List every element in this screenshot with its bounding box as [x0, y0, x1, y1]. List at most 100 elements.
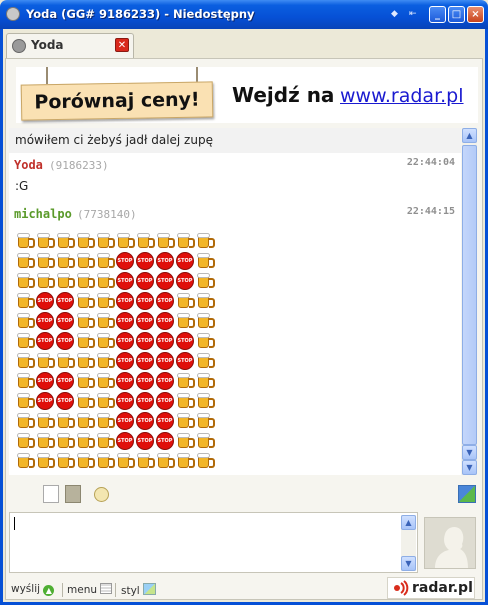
scroll-up-button[interactable]: ▲	[462, 128, 477, 143]
stop-sign-emoticon: STOP	[36, 292, 54, 310]
close-button[interactable]: ×	[467, 6, 484, 23]
beer-emoticon	[176, 432, 195, 450]
stop-sign-emoticon: STOP	[136, 272, 154, 290]
send-file-icon[interactable]	[458, 485, 476, 503]
text-caret	[14, 517, 15, 530]
banner-link[interactable]: www.radar.pl	[340, 85, 464, 107]
stop-sign-emoticon: STOP	[156, 332, 174, 350]
new-document-icon[interactable]	[43, 485, 59, 503]
maximize-button[interactable]: □	[448, 6, 465, 23]
beer-emoticon	[76, 292, 95, 310]
stop-sign-emoticon: STOP	[116, 352, 134, 370]
stop-sign-emoticon: STOP	[56, 372, 74, 390]
beer-emoticon	[156, 452, 175, 470]
beer-emoticon	[196, 432, 215, 450]
stop-sign-emoticon: STOP	[36, 372, 54, 390]
beer-emoticon	[36, 412, 55, 430]
beer-emoticon	[56, 352, 75, 370]
beer-emoticon	[16, 332, 35, 350]
beer-emoticon	[196, 232, 215, 250]
minimize-button[interactable]: _	[429, 6, 446, 23]
beer-emoticon	[196, 372, 215, 390]
beer-emoticon	[76, 272, 95, 290]
avatar[interactable]	[424, 517, 476, 569]
style-button[interactable]: styl	[121, 583, 157, 597]
message-input[interactable]: ▲ ▼	[9, 512, 418, 573]
send-arrow-icon: ▲	[43, 585, 55, 596]
dock-icon[interactable]: ⇤	[409, 10, 417, 19]
beer-emoticon	[196, 272, 215, 290]
stop-sign-emoticon: STOP	[136, 252, 154, 270]
app-icon[interactable]	[6, 7, 20, 21]
beer-emoticon	[56, 272, 75, 290]
scroll-thumb[interactable]	[462, 145, 477, 445]
palette-icon	[143, 583, 157, 595]
title-bar[interactable]: Yoda (GG# 9186233) - Niedostępny ◆ ⇤ _ □…	[0, 0, 488, 29]
beer-emoticon	[36, 432, 55, 450]
beer-emoticon	[56, 412, 75, 430]
beer-emoticon	[96, 232, 115, 250]
scroll-down-button-2[interactable]: ▼	[462, 460, 477, 475]
message-continued: mówiłem ci żebyś jadł dalej zupę	[9, 128, 461, 153]
stop-sign-emoticon: STOP	[116, 332, 134, 350]
format-icon[interactable]	[65, 485, 81, 503]
beer-emoticon	[96, 412, 115, 430]
beer-emoticon	[196, 412, 215, 430]
beer-emoticon	[56, 252, 75, 270]
stop-sign-emoticon: STOP	[56, 312, 74, 330]
beer-emoticon	[16, 412, 35, 430]
radar-icon	[394, 580, 409, 596]
beer-emoticon	[116, 232, 135, 250]
beer-emoticon	[16, 252, 35, 270]
stop-sign-emoticon: STOP	[176, 252, 194, 270]
beer-emoticon	[76, 452, 95, 470]
input-scrollbar[interactable]: ▲ ▼	[401, 515, 416, 571]
stop-sign-emoticon: STOP	[36, 392, 54, 410]
send-label: wyślij	[11, 583, 41, 595]
scroll-down-button[interactable]: ▼	[462, 445, 477, 460]
beer-emoticon	[96, 332, 115, 350]
beer-emoticon	[136, 232, 155, 250]
menu-button[interactable]: menu	[67, 583, 113, 596]
beer-emoticon	[56, 232, 75, 250]
stop-sign-emoticon: STOP	[136, 292, 154, 310]
stop-sign-emoticon: STOP	[36, 332, 54, 350]
stop-sign-emoticon: STOP	[116, 272, 134, 290]
beer-emoticon	[176, 232, 195, 250]
input-scroll-up-button[interactable]: ▲	[401, 515, 416, 530]
menu-label: menu	[67, 584, 97, 596]
beer-emoticon	[196, 252, 215, 270]
beer-emoticon	[76, 352, 95, 370]
tab-yoda[interactable]: Yoda ✕	[6, 33, 134, 58]
message-michalpo: michalpo (7738140) 22:44:15 STOP STOP STOP…	[9, 204, 461, 474]
stop-sign-emoticon: STOP	[116, 312, 134, 330]
beer-emoticon	[136, 452, 155, 470]
divider	[115, 583, 116, 597]
stop-sign-emoticon: STOP	[116, 372, 134, 390]
banner-sign: Porównaj ceny!	[20, 81, 214, 121]
stop-sign-emoticon: STOP	[156, 272, 174, 290]
stop-sign-emoticon: STOP	[176, 332, 194, 350]
brand-name: radar.pl	[412, 580, 473, 596]
chat-scrollbar[interactable]: ▲ ▼ ▼	[462, 128, 477, 475]
beer-emoticon	[176, 452, 195, 470]
input-scroll-down-button[interactable]: ▼	[401, 556, 416, 571]
send-button[interactable]: wyślij ▲	[11, 583, 55, 596]
stop-sign-emoticon: STOP	[156, 392, 174, 410]
beer-emoticon	[176, 372, 195, 390]
stop-sign-emoticon: STOP	[56, 332, 74, 350]
radar-logo[interactable]: radar.pl	[387, 577, 475, 599]
close-tab-icon[interactable]: ✕	[115, 38, 129, 52]
ad-banner[interactable]: Porównaj ceny! Wejdź na www.radar.pl	[16, 67, 478, 123]
menu-grid-icon	[100, 583, 113, 594]
stop-sign-emoticon: STOP	[156, 372, 174, 390]
emoticon-icon[interactable]	[94, 487, 109, 502]
message-nick[interactable]: Yoda	[14, 158, 43, 172]
stop-sign-emoticon: STOP	[56, 292, 74, 310]
chat-history[interactable]: mówiłem ci żebyś jadł dalej zupę Yoda (9…	[9, 128, 461, 475]
message-nick[interactable]: michalpo	[14, 207, 72, 221]
stop-sign-emoticon: STOP	[136, 412, 154, 430]
pin-icon[interactable]: ◆	[391, 10, 398, 19]
beer-emoticon	[96, 292, 115, 310]
gear-icon	[12, 39, 26, 53]
